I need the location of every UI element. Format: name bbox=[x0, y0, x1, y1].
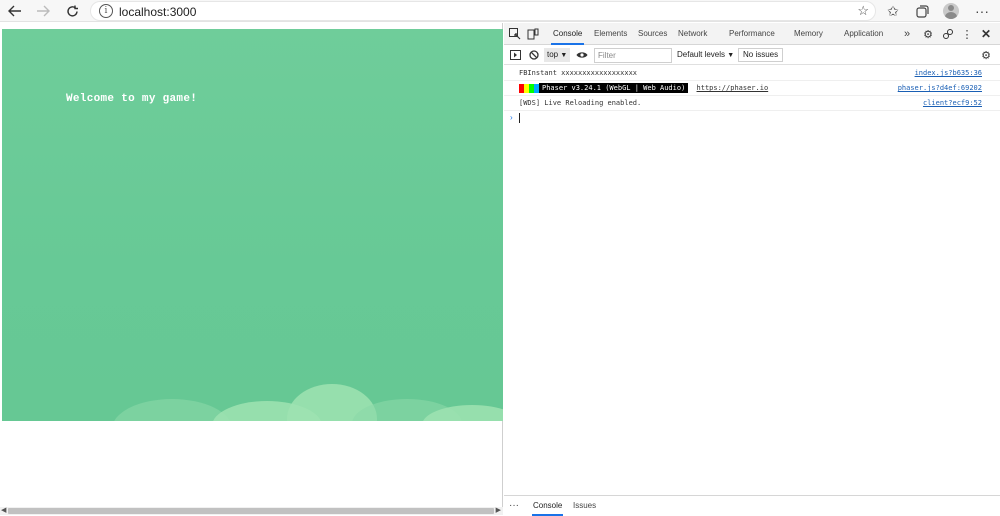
tab-sources[interactable]: Sources bbox=[638, 23, 667, 45]
drawer-tab-issues[interactable]: Issues bbox=[573, 496, 596, 516]
issues-button[interactable]: No issues bbox=[738, 48, 784, 62]
prompt-chevron-icon: › bbox=[510, 113, 513, 122]
inspect-element-icon[interactable] bbox=[507, 26, 523, 42]
forward-arrow-icon[interactable] bbox=[33, 2, 53, 20]
phaser-color-stripe bbox=[519, 83, 539, 93]
eye-icon[interactable] bbox=[574, 47, 590, 63]
more-options-icon[interactable]: ⋮ bbox=[959, 26, 975, 42]
scroll-right-icon[interactable]: ▶ bbox=[496, 507, 501, 515]
console-output: FBInstant xxxxxxxxxxxxxxxxxx index.js?b6… bbox=[504, 66, 1000, 125]
devtools-drawer: ··· Console Issues bbox=[504, 495, 1000, 516]
drawer-tab-console[interactable]: Console bbox=[532, 496, 564, 516]
settings-gear-icon[interactable]: ⚙ bbox=[920, 26, 936, 42]
devtools-tab-bar: Console Elements Sources Network Perform… bbox=[504, 23, 1000, 45]
collections-icon[interactable] bbox=[912, 2, 932, 20]
more-menu-icon[interactable]: ··· bbox=[972, 2, 992, 20]
tab-memory[interactable]: Memory bbox=[794, 23, 823, 45]
close-devtools-icon[interactable]: ✕ bbox=[978, 26, 994, 42]
horizontal-scrollbar[interactable]: ◀ ▶ bbox=[0, 507, 503, 515]
info-icon[interactable]: i bbox=[99, 4, 113, 18]
log-entry: [WDS] Live Reloading enabled. client?ecf… bbox=[504, 96, 1000, 111]
levels-label: Default levels bbox=[677, 50, 726, 59]
more-tabs-icon[interactable]: » bbox=[904, 23, 910, 45]
log-message: [WDS] Live Reloading enabled. bbox=[519, 99, 642, 107]
url-text: localhost:3000 bbox=[119, 5, 197, 19]
chevron-down-icon: ▼ bbox=[727, 52, 735, 59]
tab-console[interactable]: Console bbox=[551, 23, 585, 45]
favorite-star-icon[interactable]: ☆ bbox=[857, 3, 869, 19]
game-canvas[interactable]: Welcome to my game! bbox=[2, 29, 503, 421]
log-source-link[interactable]: phaser.js?d4ef:69202 bbox=[898, 81, 982, 95]
tab-network[interactable]: Network bbox=[678, 23, 707, 45]
sidebar-toggle-icon[interactable] bbox=[507, 47, 523, 63]
context-value: top bbox=[547, 50, 559, 59]
phaser-link[interactable]: https://phaser.io bbox=[697, 84, 769, 92]
back-arrow-icon[interactable] bbox=[5, 2, 25, 20]
text-caret bbox=[519, 113, 520, 123]
welcome-text: Welcome to my game! bbox=[66, 93, 198, 105]
context-select[interactable]: top ▼ bbox=[544, 48, 570, 62]
profile-avatar[interactable] bbox=[943, 3, 959, 19]
scroll-left-icon[interactable]: ◀ bbox=[1, 507, 6, 515]
connect-icon[interactable] bbox=[940, 26, 956, 42]
log-message: FBInstant xxxxxxxxxxxxxxxxxx bbox=[519, 69, 638, 77]
devtools-panel: Console Elements Sources Network Perform… bbox=[504, 23, 1000, 516]
tab-performance[interactable]: Performance bbox=[729, 23, 775, 45]
tab-elements[interactable]: Elements bbox=[594, 23, 627, 45]
browser-toolbar: i localhost:3000 ☆ ✩ ··· bbox=[0, 0, 1000, 22]
page-viewport: Welcome to my game! ◀ ▶ bbox=[0, 23, 503, 515]
log-entry: Phaser v3.24.1 (WebGL | Web Audio) https… bbox=[504, 81, 1000, 96]
device-toolbar-icon[interactable] bbox=[525, 26, 541, 42]
console-filter-bar: top ▼ Filter Default levels ▼ No issues … bbox=[504, 45, 1000, 65]
console-settings-gear-icon[interactable]: ⚙ bbox=[978, 47, 994, 63]
phaser-badge: Phaser v3.24.1 (WebGL | Web Audio) bbox=[539, 83, 689, 93]
drawer-more-icon[interactable]: ··· bbox=[509, 496, 519, 516]
scrollbar-thumb[interactable] bbox=[8, 508, 494, 514]
console-prompt[interactable]: › bbox=[504, 111, 1000, 125]
log-entry: FBInstant xxxxxxxxxxxxxxxxxx index.js?b6… bbox=[504, 66, 1000, 81]
filter-input[interactable]: Filter bbox=[594, 48, 672, 63]
tab-application[interactable]: Application bbox=[844, 23, 883, 45]
refresh-icon[interactable] bbox=[62, 2, 82, 20]
log-source-link[interactable]: index.js?b635:36 bbox=[915, 66, 982, 80]
chevron-down-icon: ▼ bbox=[560, 52, 568, 59]
address-bar[interactable]: i localhost:3000 ☆ bbox=[90, 1, 876, 21]
clear-console-icon[interactable] bbox=[526, 47, 542, 63]
levels-dropdown[interactable]: Default levels ▼ bbox=[677, 48, 734, 63]
log-source-link[interactable]: client?ecf9:52 bbox=[923, 96, 982, 110]
favorites-icon[interactable]: ✩ bbox=[883, 2, 903, 20]
